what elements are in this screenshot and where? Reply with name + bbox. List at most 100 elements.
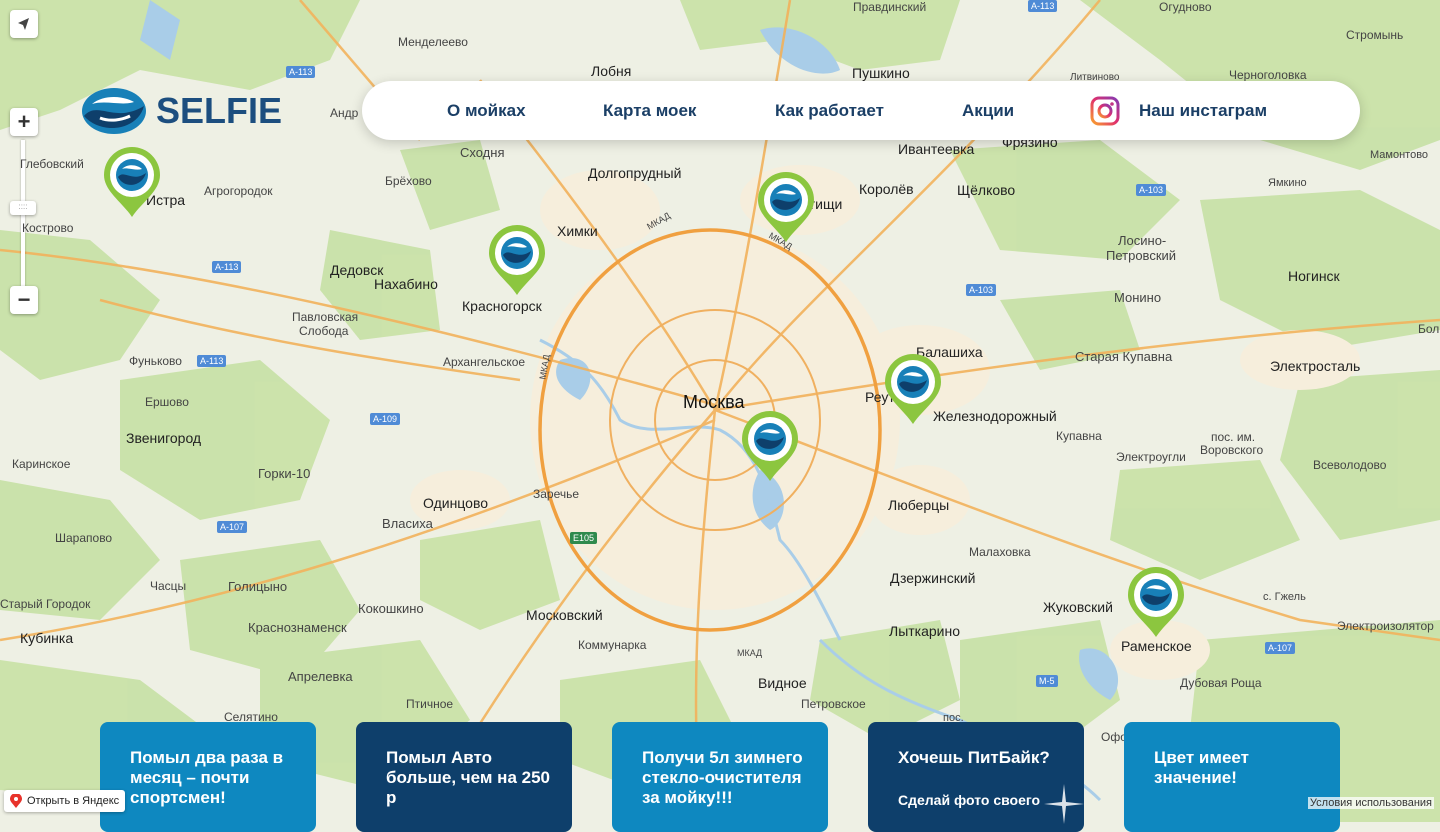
map-label-small: Бол [1418, 322, 1440, 336]
map-label-small: Андр [330, 106, 359, 120]
map-label: Электросталь [1270, 358, 1361, 374]
map-label-small: Глебовский [20, 157, 84, 171]
open-in-yandex-link[interactable]: Открыть в Яндекс [4, 790, 126, 812]
map-label: Одинцово [423, 495, 489, 511]
map-label: Кокошкино [358, 601, 424, 616]
instagram-icon [1090, 96, 1120, 125]
road-label: А-113 [212, 261, 242, 273]
map-label-small: Часцы [150, 579, 187, 593]
map-label-small: Фуньково [129, 354, 182, 368]
road-label: А-113 [197, 355, 227, 367]
road-label: А-103 [1136, 184, 1167, 196]
promo-card[interactable]: Хочешь ПитБайк? Сделай фото своего [868, 722, 1084, 832]
map-label: Дзержинский [890, 570, 976, 586]
map-label-small: Черноголовка [1229, 68, 1307, 82]
map-label-small: Всеволодово [1313, 458, 1387, 472]
road-label: А-113 [286, 66, 316, 78]
map-label: Старая Купавна [1075, 349, 1173, 364]
car-wash-pin[interactable] [740, 411, 800, 483]
map-label-small: Архангельское [443, 355, 526, 369]
map-label-small: Агрогородок [204, 184, 273, 198]
map-label-small: Старый Городок [0, 597, 91, 611]
map-label: Ногинск [1288, 268, 1340, 284]
map-label: Кубинка [20, 630, 74, 646]
map-label: Жуковский [1043, 599, 1113, 615]
map-label-small: Заречье [533, 487, 580, 501]
promo-card[interactable]: Получи 5л зимнего стекло-очистителя за м… [612, 722, 828, 832]
road-label: А-109 [370, 413, 401, 425]
map-label-small: Менделеево [398, 35, 468, 49]
map-label: Щёлково [957, 182, 1016, 198]
map-label: Видное [758, 675, 807, 691]
map-label-small: Птичное [406, 697, 454, 711]
nav-item-instagram[interactable]: Наш инстаграм [1090, 81, 1267, 140]
nav-item-promotions[interactable]: Акции [962, 81, 1014, 140]
locate-button[interactable] [10, 10, 38, 38]
map-label-small: Коммунарка [578, 638, 647, 652]
map-label-small: Дубовая Роща [1180, 676, 1262, 690]
map-label: Пушкино [852, 65, 910, 81]
map-label: Красногорск [462, 298, 542, 314]
selfie-logo-icon [82, 88, 146, 134]
map-label-small: Шарапово [55, 531, 113, 545]
instagram-label: Наш инстаграм [1139, 100, 1268, 120]
map-label-small: Сходня [460, 145, 505, 160]
map-label: Власиха [382, 516, 433, 531]
map-label-small: Ершово [145, 395, 189, 409]
navigation-arrow-icon [18, 18, 29, 30]
map-label: Королёв [859, 181, 914, 197]
promo-card[interactable]: Помыл Авто больше, чем на 250 р [356, 722, 572, 832]
road-label: А-113 [1028, 0, 1058, 12]
promo-card[interactable]: Помыл два раза в месяц – почти спортсмен… [100, 722, 316, 832]
nav-item-map[interactable]: Карта моек [603, 81, 696, 140]
map-label-small: Правдинский [853, 0, 927, 14]
map-label-small: Малаховка [969, 545, 1031, 559]
road-label: А-107 [217, 521, 248, 533]
map-label: Лосино- [1118, 233, 1167, 248]
nav-item-about[interactable]: О мойках [447, 81, 526, 140]
open-in-yandex-label: Открыть в Яндекс [27, 795, 120, 807]
promo-card-title: Хочешь ПитБайк? [898, 748, 1050, 767]
car-wash-pin[interactable] [1126, 567, 1186, 639]
nav-item-how-it-works[interactable]: Как работает [775, 81, 884, 140]
zoom-in-button[interactable]: + [10, 108, 38, 136]
map-label: Голицыно [228, 579, 288, 594]
car-wash-pin[interactable] [883, 354, 943, 426]
zoom-out-button[interactable]: − [10, 286, 38, 314]
map-label: Лобня [591, 63, 632, 79]
promo-card-title: Помыл два раза в месяц – почти спортсмен… [130, 748, 284, 807]
zoom-slider-handle[interactable]: :::: [10, 201, 36, 215]
promo-card-title: Цвет имеет значение! [1154, 748, 1249, 787]
road-label: М-5 [1036, 675, 1058, 687]
map-label: Нахабино [374, 276, 438, 292]
sparkle-icon [1044, 784, 1084, 824]
promo-card-title: Получи 5л зимнего стекло-очистителя за м… [642, 748, 803, 807]
map-label-small: Огудново [1159, 0, 1212, 14]
map-label-center: Москва [683, 392, 745, 412]
map-label-small: Каринское [12, 457, 71, 471]
promo-card[interactable]: Цвет имеет значение! [1124, 722, 1340, 832]
map-label: Лыткарино [889, 623, 961, 639]
map-label-small: Кострово [22, 221, 74, 235]
terms-of-use-link[interactable]: Условия использования [1307, 797, 1434, 809]
map-label: Раменское [1121, 638, 1192, 654]
car-wash-pin[interactable] [487, 225, 547, 297]
map-label-small: с. Гжель [1263, 591, 1306, 603]
map-label-small: Слобода [299, 324, 349, 338]
map-label-small: Стромынь [1346, 28, 1404, 42]
map-label: Петровский [1106, 248, 1177, 263]
map-pin-icon [10, 794, 22, 808]
map-label-small: Павловская [292, 310, 359, 324]
brand-logo[interactable]: SELFIE [80, 86, 282, 136]
map-label: Ивантеевка [898, 141, 975, 157]
road-label: А-107 [1265, 642, 1296, 654]
map-label: Краснознаменск [248, 620, 347, 635]
map-label: Монино [1114, 290, 1162, 305]
map-label-small: Электроизолятор [1337, 619, 1434, 633]
map-label-small: Купавна [1056, 429, 1102, 443]
car-wash-pin[interactable] [756, 172, 816, 244]
car-wash-pin[interactable] [102, 147, 162, 219]
road-label: E105 [570, 532, 598, 544]
map-label: Апрелевка [288, 669, 353, 684]
map-label-small: Офо [1101, 730, 1127, 744]
